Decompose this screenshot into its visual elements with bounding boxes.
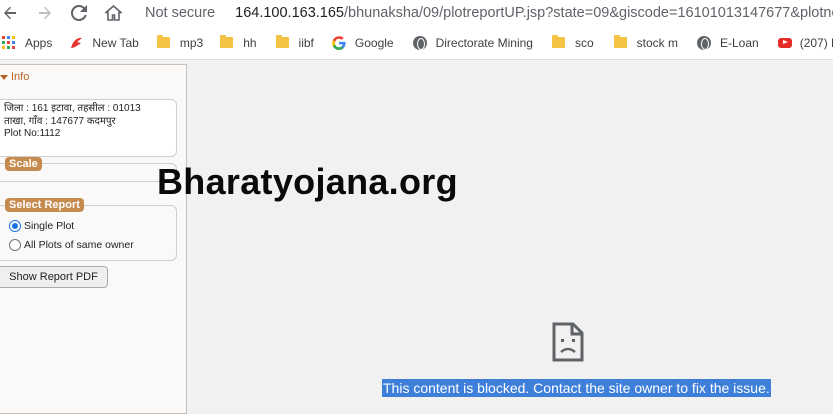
bookmark-hh[interactable]: hh — [220, 26, 257, 59]
bookmark-label: stock m — [636, 35, 678, 50]
globe-icon — [697, 35, 711, 50]
bookmark-label: New Tab — [92, 35, 139, 50]
watermark-text: Bharatyojana.org — [157, 161, 458, 202]
show-report-pdf-button[interactable]: Show Report PDF — [0, 266, 108, 288]
back-button[interactable] — [0, 0, 22, 26]
bookmark-google[interactable]: Google — [332, 26, 394, 59]
google-icon — [332, 35, 346, 50]
select-report-fieldset — [0, 205, 177, 261]
left-panel: Info जिला : 161 इटावा, तहसील : 01013 ताख… — [0, 64, 187, 414]
reload-button[interactable] — [64, 0, 94, 26]
not-secure-label[interactable]: Not secure — [145, 5, 215, 21]
bookmark-label: hh — [243, 35, 257, 50]
apps-grid-icon — [2, 35, 15, 49]
radio-all-plots[interactable]: All Plots of same owner — [9, 239, 134, 251]
radio-all-label: All Plots of same owner — [24, 239, 134, 251]
folder-icon — [156, 35, 170, 48]
select-report-legend: Select Report — [5, 198, 84, 212]
bookmark-label: iibf — [298, 35, 314, 50]
globe-icon — [412, 35, 427, 50]
bookmark-iibf[interactable]: iibf — [275, 26, 314, 59]
blocked-message: This content is blocked. Contact the sit… — [382, 379, 771, 397]
address-bar-row: Not secure 164.100.163.165/bhunaksha/09/… — [0, 0, 833, 26]
bookmark-label: E-Loan — [720, 35, 759, 50]
bookmark-label: sco — [574, 35, 594, 50]
info-line-village: ताखा, गाँव : 147677 कदमपुर — [4, 115, 116, 127]
back-arrow-icon — [4, 6, 16, 20]
folder-icon — [613, 35, 627, 48]
forward-arrow-icon — [39, 6, 51, 20]
omnibox[interactable]: Not secure 164.100.163.165/bhunaksha/09/… — [128, 0, 833, 26]
info-line-district: जिला : 161 इटावा, तहसील : 01013 — [4, 103, 141, 114]
info-toggle[interactable]: Info — [0, 71, 29, 83]
youtube-icon — [777, 37, 792, 48]
radio-single-plot[interactable]: Single Plot — [9, 220, 74, 232]
bookmark-e-loan[interactable]: E-Loan — [697, 26, 759, 59]
scale-legend: Scale — [5, 157, 42, 171]
expand-triangle-icon — [0, 74, 8, 80]
radio-button-checked[interactable] — [9, 220, 21, 232]
folder-icon — [275, 35, 289, 48]
info-label: Info — [11, 71, 30, 83]
info-line-plot: Plot No:1112 — [4, 128, 61, 139]
bookmark-sco[interactable]: sco — [551, 26, 594, 59]
bookmark-mp3[interactable]: mp3 — [156, 26, 204, 59]
bookmark-youtube[interactable]: (207) Da — [777, 26, 833, 59]
folder-icon — [220, 35, 234, 48]
bookmark-new-tab[interactable]: New Tab — [69, 26, 139, 59]
radio-single-label: Single Plot — [24, 220, 75, 232]
info-box: जिला : 161 इटावा, तहसील : 01013 ताखा, गा… — [0, 99, 177, 157]
radio-button[interactable] — [9, 239, 21, 251]
folder-icon — [551, 35, 565, 48]
home-icon — [104, 5, 122, 21]
url-host: 164.100.163.165 — [235, 5, 344, 21]
page-content: Info जिला : 161 इटावा, तहसील : 01013 ताख… — [0, 61, 833, 414]
bookmark-label: mp3 — [179, 35, 204, 50]
bookmark-label: Apps — [25, 35, 53, 50]
bookmark-apps[interactable]: Apps — [2, 26, 53, 59]
bookmark-label: (207) Da — [799, 35, 833, 50]
reload-icon — [71, 5, 87, 21]
home-button[interactable] — [98, 0, 128, 26]
forward-button[interactable] — [30, 0, 60, 26]
bookmark-label: Directorate Mining — [435, 35, 533, 50]
sad-document-icon — [552, 322, 584, 362]
new-tab-icon — [71, 37, 83, 48]
bookmark-label: Google — [354, 35, 394, 50]
url-path: /bhunaksha/09/plotreportUP.jsp?state=09&… — [343, 5, 833, 21]
bookmark-directorate-mining[interactable]: Directorate Mining — [412, 26, 533, 59]
bookmarks-bar: Apps New Tab mp3 hh iibf Google Director… — [0, 26, 833, 60]
bookmark-stock-m[interactable]: stock m — [613, 26, 678, 59]
